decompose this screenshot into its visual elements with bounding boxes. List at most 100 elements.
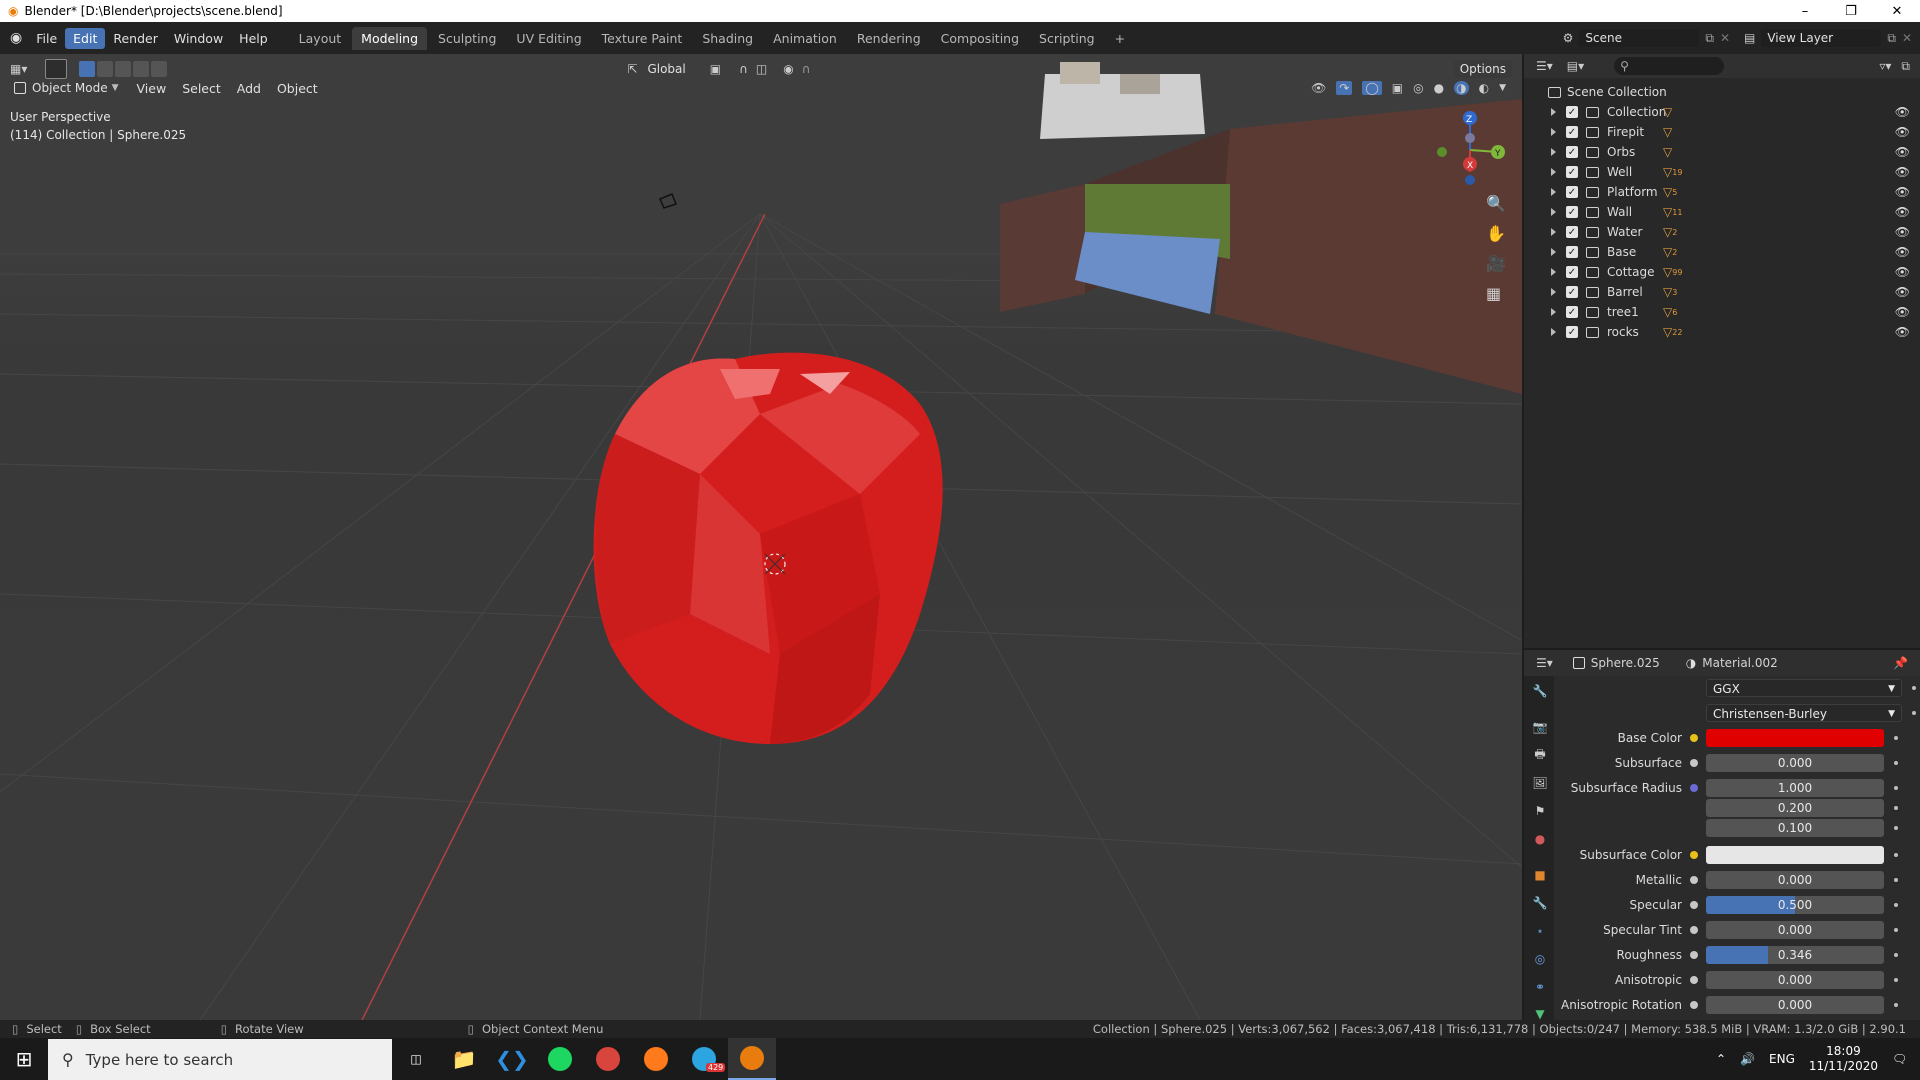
new-scene-icon[interactable]: ⧉ — [1705, 31, 1714, 46]
expand-arrow-icon[interactable] — [1551, 148, 1556, 156]
socket-dot[interactable] — [1690, 926, 1698, 934]
specular-tint-value-field[interactable]: 0.000 — [1706, 921, 1884, 939]
socket-dot[interactable] — [1690, 951, 1698, 959]
tab-uv-editing[interactable]: UV Editing — [507, 27, 590, 50]
keyframe-dot[interactable] — [1894, 978, 1898, 982]
pan-hand-icon[interactable]: ✋ — [1486, 224, 1506, 243]
overlays-toggle-icon[interactable]: ◯ — [1362, 81, 1382, 95]
subsurface-color-color-field[interactable] — [1706, 846, 1884, 864]
menu-render[interactable]: Render — [105, 28, 166, 49]
keyframe-dot[interactable] — [1894, 903, 1898, 907]
gizmo-toggle-icon[interactable]: ↷ — [1336, 81, 1353, 95]
socket-dot[interactable] — [1690, 976, 1698, 984]
eye-visibility-icon[interactable]: 👁 — [1895, 325, 1910, 339]
eye-visibility-icon[interactable]: 👁 — [1895, 305, 1910, 319]
object-mode-icon[interactable] — [14, 82, 26, 94]
keyframe-dot[interactable] — [1894, 853, 1898, 857]
eye-visibility-icon[interactable]: 👁 — [1895, 165, 1910, 179]
windows-start-icon[interactable]: ⊞ — [0, 1038, 48, 1080]
select-box-mode-icon[interactable] — [79, 61, 96, 77]
socket-dot[interactable] — [1690, 734, 1698, 742]
zoom-icon[interactable]: 🔍 — [1486, 194, 1506, 213]
tab-texture-paint[interactable]: Texture Paint — [593, 27, 692, 50]
apple-mesh[interactable] — [593, 352, 943, 744]
select-subtract-mode-icon[interactable] — [115, 61, 132, 77]
subsurface-radius-4-value-field[interactable]: 0.100 — [1706, 819, 1884, 837]
mesh-object-icon[interactable]: ▽ — [1663, 225, 1672, 239]
outliner-item[interactable]: ✓ Well ▽ 19 👁 — [1524, 162, 1920, 182]
tab-animation[interactable]: Animation — [764, 27, 846, 50]
transform-orientation-icon[interactable]: ⇱ — [627, 62, 637, 76]
eye-visibility-icon[interactable]: 👁 — [1895, 185, 1910, 199]
tab-sculpting[interactable]: Sculpting — [429, 27, 505, 50]
new-collection-icon[interactable]: ⧉ — [1901, 59, 1910, 74]
snap-icon[interactable]: ∩ — [739, 62, 748, 76]
clock[interactable]: 18:09 11/11/2020 — [1809, 1044, 1878, 1074]
exclude-checkbox[interactable]: ✓ — [1566, 126, 1578, 138]
outliner-item[interactable]: ✓ Orbs ▽ 👁 — [1524, 142, 1920, 162]
delete-scene-icon[interactable]: ✕ — [1720, 31, 1730, 45]
expand-arrow-icon[interactable] — [1551, 168, 1556, 176]
menu-file[interactable]: File — [28, 28, 65, 49]
visibility-toggle-icon[interactable]: 👁 — [1311, 81, 1326, 95]
scene-icon[interactable]: ⚙ — [1563, 31, 1574, 45]
subsurface-radius-3-value-field[interactable]: 0.200 — [1706, 799, 1884, 817]
outliner-item[interactable]: ✓ Collection ▽ 👁 — [1524, 102, 1920, 122]
outliner-display-mode-icon[interactable]: ▤▾ — [1567, 59, 1584, 73]
outliner-editor-type-icon[interactable]: ☰▾ — [1536, 59, 1553, 73]
maximize-button[interactable]: ❐ — [1828, 4, 1874, 19]
metallic-value-field[interactable]: 0.000 — [1706, 871, 1884, 889]
expand-arrow-icon[interactable] — [1551, 308, 1556, 316]
object-mode-dropdown[interactable]: Object Mode — [32, 81, 108, 95]
exclude-checkbox[interactable]: ✓ — [1566, 226, 1578, 238]
filter-icon[interactable]: ▿▾ — [1879, 59, 1891, 73]
tab-modeling[interactable]: Modeling — [352, 26, 428, 50]
mesh-object-icon[interactable]: ▽ — [1663, 125, 1672, 139]
light-object-icon[interactable] — [659, 193, 677, 209]
shading-options-chevron-icon[interactable]: ▼ — [1499, 83, 1506, 93]
mesh-object-icon[interactable]: ▽ — [1663, 185, 1672, 199]
mesh-object-icon[interactable]: ▽ — [1663, 165, 1672, 179]
falloff-icon[interactable]: ∩ — [802, 62, 811, 76]
mesh-object-icon[interactable]: ▽ — [1663, 245, 1672, 259]
keyframe-dot[interactable] — [1894, 761, 1898, 765]
keyframe-dot[interactable] — [1894, 826, 1898, 830]
outliner-item[interactable]: ✓ tree1 ▽ 6 👁 — [1524, 302, 1920, 322]
exclude-checkbox[interactable]: ✓ — [1566, 246, 1578, 258]
outliner-item[interactable]: ✓ Base ▽ 2 👁 — [1524, 242, 1920, 262]
mesh-object-icon[interactable]: ▽ — [1663, 305, 1672, 319]
keyframe-dot[interactable] — [1894, 736, 1898, 740]
exclude-checkbox[interactable]: ✓ — [1566, 206, 1578, 218]
exclude-checkbox[interactable]: ✓ — [1566, 106, 1578, 118]
eye-visibility-icon[interactable]: 👁 — [1895, 265, 1910, 279]
minimize-button[interactable]: – — [1782, 4, 1828, 19]
mesh-object-icon[interactable]: ▽ — [1663, 145, 1672, 159]
anisotropic-value-field[interactable]: 0.000 — [1706, 971, 1884, 989]
keyframe-dot[interactable] — [1912, 686, 1916, 690]
select-intersect-mode-icon[interactable] — [151, 61, 168, 77]
pivot-point-icon[interactable]: ▣ — [710, 62, 721, 76]
mesh-object-icon[interactable]: ▽ — [1663, 205, 1672, 219]
outliner-item[interactable]: ✓ Wall ▽ 11 👁 — [1524, 202, 1920, 222]
file-explorer-icon[interactable]: 📁 — [440, 1038, 488, 1080]
add-workspace-button[interactable]: + — [1106, 27, 1134, 50]
task-view-icon[interactable]: ◫ — [392, 1038, 440, 1080]
menu-help[interactable]: Help — [231, 28, 276, 49]
vscode-icon[interactable]: ❮❯ — [488, 1038, 536, 1080]
snap-target-icon[interactable]: ◫ — [756, 62, 767, 76]
editor-type-icon[interactable]: ▦▾ — [10, 62, 27, 76]
roughness-value-field[interactable]: 0.346 — [1706, 946, 1884, 964]
wireframe-shading-icon[interactable]: ◎ — [1413, 81, 1423, 95]
socket-dot[interactable] — [1690, 851, 1698, 859]
tab-rendering[interactable]: Rendering — [848, 27, 930, 50]
tab-scripting[interactable]: Scripting — [1030, 27, 1104, 50]
mode-chevron-down-icon[interactable]: ▼ — [112, 83, 119, 93]
outliner-item[interactable]: ✓ Platform ▽ 5 👁 — [1524, 182, 1920, 202]
menu-window[interactable]: Window — [166, 28, 231, 49]
exclude-checkbox[interactable]: ✓ — [1566, 286, 1578, 298]
anisotropic-rotation-value-field[interactable]: 0.000 — [1706, 996, 1884, 1014]
solid-shading-icon[interactable]: ● — [1434, 81, 1444, 95]
keyframe-dot[interactable] — [1912, 711, 1916, 715]
language-indicator[interactable]: ENG — [1769, 1052, 1795, 1066]
volume-icon[interactable]: 🔊 — [1740, 1052, 1755, 1066]
